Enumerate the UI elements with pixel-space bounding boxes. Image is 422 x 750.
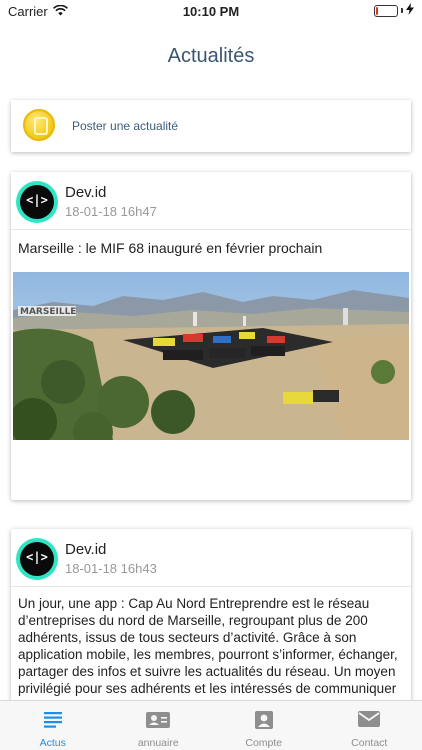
svg-text:MARSEILLE: MARSEILLE (20, 307, 76, 317)
battery-icon (374, 4, 398, 17)
mail-icon (317, 710, 422, 730)
post-date: 18-01-18 16h43 (65, 561, 157, 576)
tab-contact[interactable]: Contact (317, 701, 422, 750)
charging-bolt-icon (406, 3, 414, 18)
avatar-logo-icon: <|> (26, 550, 48, 564)
author-name: Dev.id (65, 541, 107, 558)
avatar-logo-icon: <|> (26, 193, 48, 207)
avatar: <|> (16, 538, 58, 580)
status-bar: Carrier 10:10 PM (0, 0, 422, 22)
tab-label: Contact (351, 737, 388, 749)
post-news-bar[interactable]: Poster une actualité (11, 100, 411, 152)
battery-cap (401, 8, 403, 13)
card-header: <|> Dev.id 18-01-18 16h43 (11, 529, 411, 587)
tab-bar: Actus annuaire Compte Contact (0, 700, 422, 750)
card-header: <|> Dev.id 18-01-18 16h47 (11, 172, 411, 230)
news-card[interactable]: <|> Dev.id 18-01-18 16h43 Un jour, une a… (11, 529, 411, 729)
tab-label: annuaire (137, 737, 179, 749)
page-title: Actualités (167, 45, 255, 67)
post-news-label[interactable]: Poster une actualité (72, 119, 178, 133)
news-list-icon (0, 710, 106, 730)
tab-label: Actus (39, 737, 66, 749)
tab-label: Compte (245, 737, 283, 749)
status-right (374, 3, 414, 18)
post-date: 18-01-18 16h47 (65, 204, 157, 219)
author-name: Dev.id (65, 184, 107, 201)
post-body: Un jour, une app : Cap Au Nord Entrepren… (18, 596, 398, 713)
post-title: Marseille : le MIF 68 inauguré en févrie… (18, 240, 323, 256)
battery-level (376, 6, 378, 15)
tab-compte[interactable]: Compte (211, 701, 317, 750)
account-icon (211, 710, 317, 730)
status-time: 10:10 PM (182, 4, 240, 19)
tab-annuaire[interactable]: annuaire (106, 701, 212, 750)
contact-card-icon (106, 710, 212, 730)
avatar: <|> (16, 181, 58, 223)
tab-actus[interactable]: Actus (0, 701, 106, 750)
coin-logo-icon (23, 109, 55, 141)
news-card[interactable]: <|> Dev.id 18-01-18 16h47 Marseille : le… (11, 172, 411, 500)
post-photo[interactable]: MARSEILLE (13, 272, 409, 440)
